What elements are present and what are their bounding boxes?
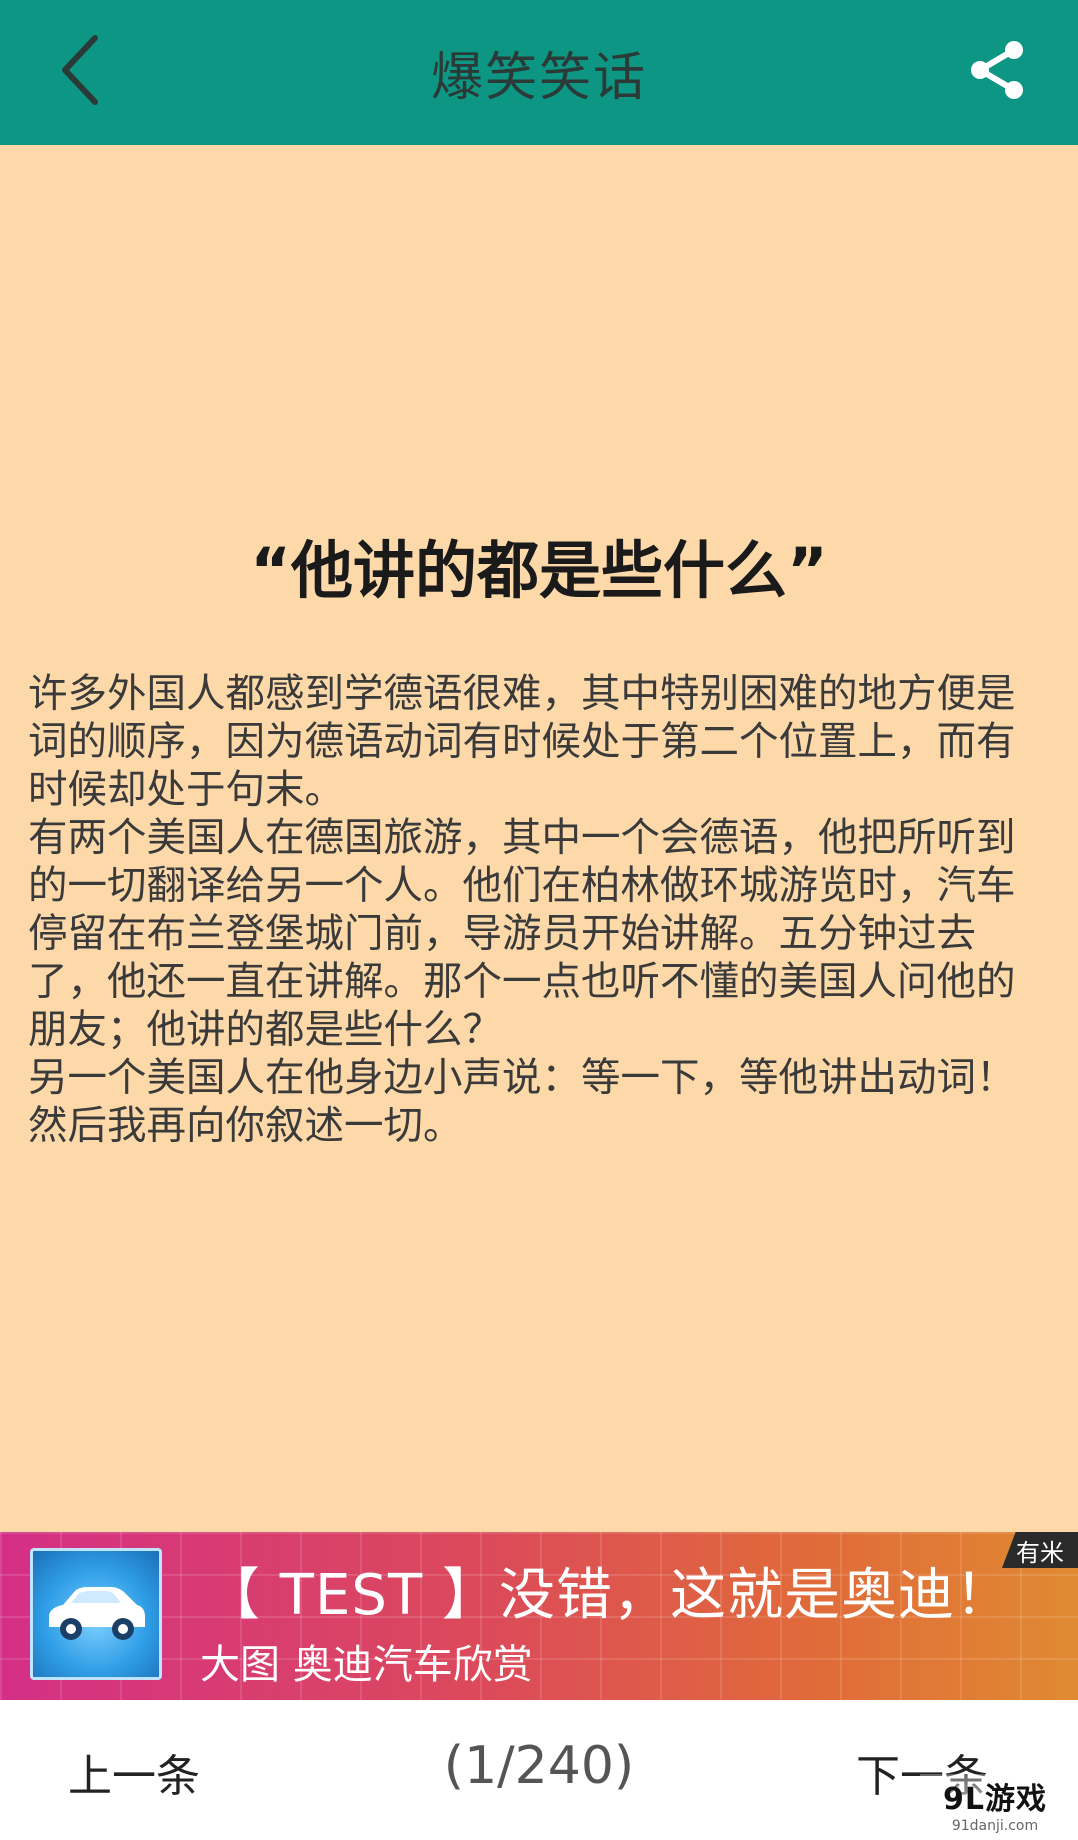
joke-content: “他讲的都是些什么” 许多外国人都感到学德语很难，其中特别困难的地方便是词的顺序… <box>0 145 1078 1532</box>
joke-body: 许多外国人都感到学德语很难，其中特别困难的地方便是词的顺序，因为德语动词有时候处… <box>28 671 1016 1149</box>
ad-thumbnail <box>30 1548 162 1680</box>
share-button[interactable] <box>948 20 1048 120</box>
watermark-logo-text: 9L游戏 <box>943 1782 1047 1817</box>
joke-title: “他讲的都是些什么” <box>250 534 828 607</box>
site-watermark: 9L游戏 91danji.com <box>920 1774 1070 1834</box>
ad-banner[interactable]: 【 TEST 】没错，这就是奥迪！ 大图 奥迪汽车欣赏 有米 <box>0 1532 1078 1700</box>
chevron-left-icon <box>62 35 98 105</box>
footer-nav: 上一条 (1/240) 下一条 9L游戏 91danji.com <box>0 1700 1078 1840</box>
car-icon <box>49 1587 145 1640</box>
ad-headline: 【 TEST 】没错，这就是奥迪！ <box>204 1563 1012 1628</box>
app-header: 爆笑笑话 <box>0 0 1078 145</box>
watermark-url: 91danji.com <box>951 1818 1039 1834</box>
page-title: 爆笑笑话 <box>430 48 647 108</box>
back-button[interactable] <box>30 20 130 120</box>
share-icon <box>971 41 1023 99</box>
ad-subline: 大图 奥迪汽车欣赏 <box>200 1642 533 1688</box>
